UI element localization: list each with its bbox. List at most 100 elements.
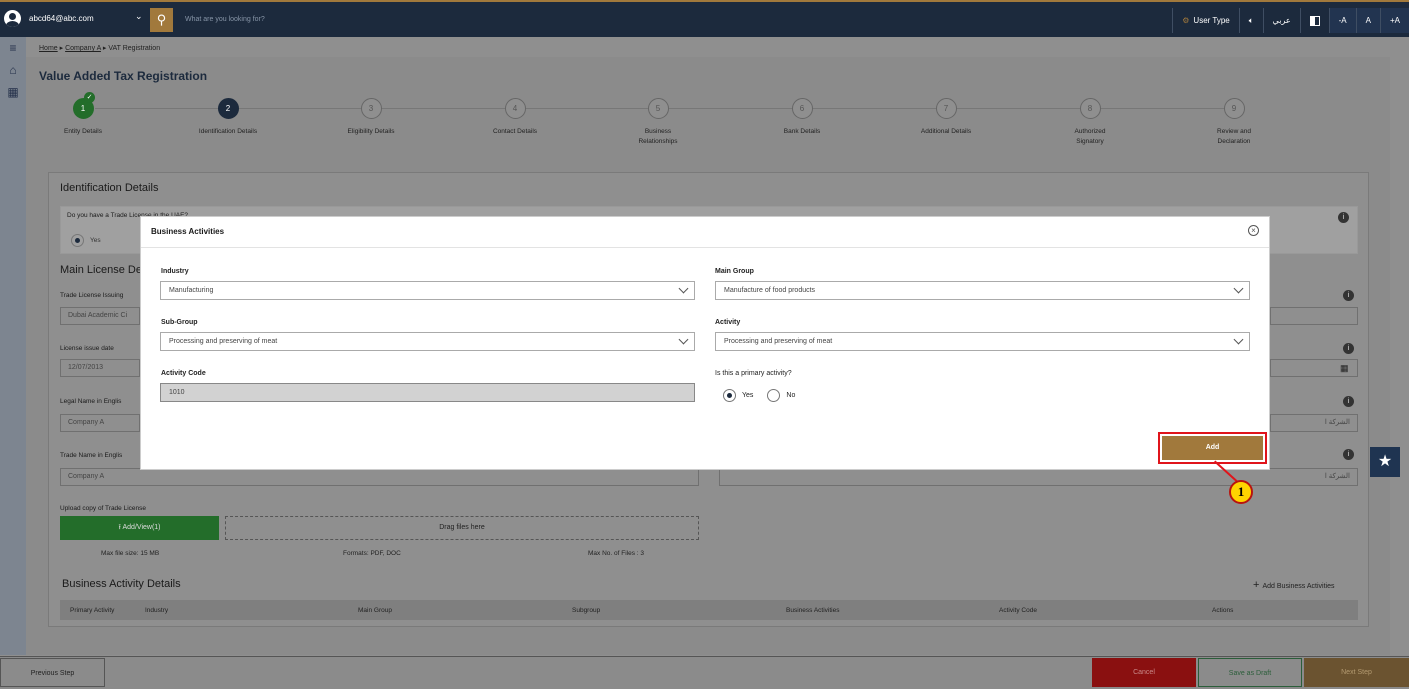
menu-icon[interactable]: ≡: [0, 37, 26, 59]
stepper: 1 Entity Details ✓ 2 Identification Deta…: [40, 92, 1330, 150]
col-header: Actions: [1212, 606, 1234, 614]
max-size-text: Max file size: 15 MB: [101, 550, 160, 557]
step-label: Eligibility Details: [347, 128, 395, 135]
industry-select[interactable]: Manufacturing: [160, 281, 695, 300]
toolbar-right: ⚙ User Type 🔈︎ عربي -A A +A: [1172, 8, 1409, 33]
gear-icon: ⚙: [1182, 16, 1190, 25]
step-label: Review and Declaration: [1217, 128, 1251, 145]
contrast-icon: [1309, 15, 1320, 26]
grid-icon[interactable]: ▦: [0, 81, 26, 103]
chevron-down-icon[interactable]: ⌄: [135, 11, 143, 22]
legal-name-ar-field[interactable]: الشركة ا: [1270, 414, 1358, 432]
upload-label: Upload copy of Trade License: [60, 505, 146, 512]
primary-no-radio[interactable]: [767, 389, 781, 402]
step-circle: 5: [647, 98, 669, 119]
activity-code-label: Activity Code: [161, 370, 206, 377]
trade-name-ar-field[interactable]: الشركة ا: [719, 468, 1358, 486]
star-icon[interactable]: ★: [1370, 447, 1400, 477]
step-8[interactable]: 8 Authorized Signatory: [1035, 98, 1145, 147]
main-group-value: Manufacture of food products: [724, 287, 816, 294]
question-radio[interactable]: Yes: [71, 234, 101, 247]
save-draft-button[interactable]: Save as Draft: [1198, 658, 1302, 687]
business-activities-modal: Business Activities × Industry Manufactu…: [140, 216, 1270, 470]
step-circle: 3: [360, 98, 382, 119]
step-1[interactable]: 1 Entity Details ✓: [28, 92, 138, 137]
step-5[interactable]: 5 Business Relationships: [603, 98, 713, 147]
add-activities-link[interactable]: + Add Business Activities: [1253, 579, 1334, 591]
col-header: Primary Activity: [70, 606, 115, 614]
add-button[interactable]: Add: [1162, 436, 1263, 460]
language-button[interactable]: عربي: [1262, 8, 1300, 33]
user-type-label: User Type: [1193, 16, 1230, 25]
info-icon[interactable]: i: [1343, 396, 1354, 407]
col-header: Main Group: [358, 606, 392, 614]
step-circle: 7: [935, 98, 957, 119]
sub-group-label: Sub-Group: [161, 319, 198, 326]
home-icon[interactable]: ⌂: [0, 59, 26, 81]
user-avatar-icon[interactable]: [4, 10, 21, 27]
industry-value: Manufacturing: [169, 287, 214, 294]
step-9[interactable]: 9 Review and Declaration: [1179, 98, 1289, 147]
info-icon[interactable]: i: [1343, 343, 1354, 354]
breadcrumb-company[interactable]: Company A: [65, 45, 101, 52]
info-icon[interactable]: i: [1343, 449, 1354, 460]
chevron-down-icon: [1233, 283, 1244, 294]
font-increase-button[interactable]: +A: [1379, 8, 1409, 33]
col-header: Activity Code: [999, 606, 1037, 614]
speaker-icon: 🔈︎: [1248, 15, 1254, 25]
issue-date-label: License issue date: [60, 345, 114, 352]
primary-yes-radio[interactable]: [723, 389, 736, 402]
activity-select[interactable]: Processing and preserving of meat: [715, 332, 1250, 351]
trade-name-field[interactable]: Company A: [60, 468, 699, 486]
step-3[interactable]: 3 Eligibility Details: [316, 98, 426, 137]
issue-date-field[interactable]: 12/07/2013: [60, 359, 140, 377]
info-icon[interactable]: i: [1343, 290, 1354, 301]
step-circle: 2: [217, 98, 239, 119]
drag-drop-zone[interactable]: Drag files here: [225, 516, 699, 540]
close-icon[interactable]: ×: [1248, 225, 1259, 236]
col-header: Subgroup: [572, 606, 601, 614]
step-7[interactable]: 7 Additional Details: [891, 98, 1001, 137]
calendar-icon[interactable]: ▦: [1340, 363, 1349, 374]
main-group-select[interactable]: Manufacture of food products: [715, 281, 1250, 300]
search-input[interactable]: What are you looking for?: [173, 8, 1143, 32]
breadcrumb-home[interactable]: Home: [39, 45, 58, 52]
step-4[interactable]: 4 Contact Details: [460, 98, 570, 137]
primary-activity-label: Is this a primary activity?: [715, 370, 792, 377]
step-circle: 4: [504, 98, 526, 119]
font-normal-button[interactable]: A: [1355, 8, 1380, 33]
breadcrumb-current: VAT Registration: [108, 45, 161, 52]
radio-yes-label: Yes: [90, 237, 101, 245]
radio-yes[interactable]: [71, 234, 84, 247]
step-2[interactable]: 2 Identification Details: [173, 98, 283, 137]
step-6[interactable]: 6 Bank Details: [747, 98, 857, 137]
info-icon[interactable]: i: [1338, 212, 1349, 223]
step-callout-badge: 1: [1229, 480, 1253, 504]
search-icon[interactable]: ⚲: [150, 8, 173, 32]
issuing-field[interactable]: Dubai Academic Ci: [60, 307, 140, 325]
user-type-button[interactable]: ⚙ User Type: [1172, 8, 1238, 33]
previous-step-button[interactable]: Previous Step: [0, 658, 105, 687]
legal-name-field[interactable]: Company A: [60, 414, 140, 432]
modal-title: Business Activities: [151, 227, 225, 236]
industry-label: Industry: [161, 268, 189, 275]
step-label: Business Relationships: [638, 128, 678, 145]
upload-button[interactable]: ⭱ Add/View(1): [60, 516, 219, 540]
activity-code-field: 1010: [160, 383, 695, 402]
step-label: Identification Details: [198, 128, 258, 135]
sub-group-select[interactable]: Processing and preserving of meat: [160, 332, 695, 351]
issuing-right-field[interactable]: [1270, 307, 1358, 325]
speaker-button[interactable]: 🔈︎: [1238, 8, 1263, 33]
next-step-button[interactable]: Next Step: [1304, 658, 1409, 687]
section-title: Identification Details: [60, 182, 159, 194]
font-decrease-button[interactable]: -A: [1328, 8, 1356, 33]
step-label: Entity Details: [64, 128, 102, 135]
step-circle: 8: [1079, 98, 1101, 119]
chevron-down-icon: [678, 334, 689, 345]
cancel-button[interactable]: Cancel: [1092, 658, 1196, 687]
step-label: Authorized Signatory: [1074, 128, 1106, 145]
contrast-button[interactable]: [1299, 8, 1329, 33]
upload-button-label: Add/View(1): [122, 524, 161, 531]
col-header: Industry: [145, 606, 169, 614]
user-email[interactable]: abcd64@abc.com: [29, 14, 94, 23]
